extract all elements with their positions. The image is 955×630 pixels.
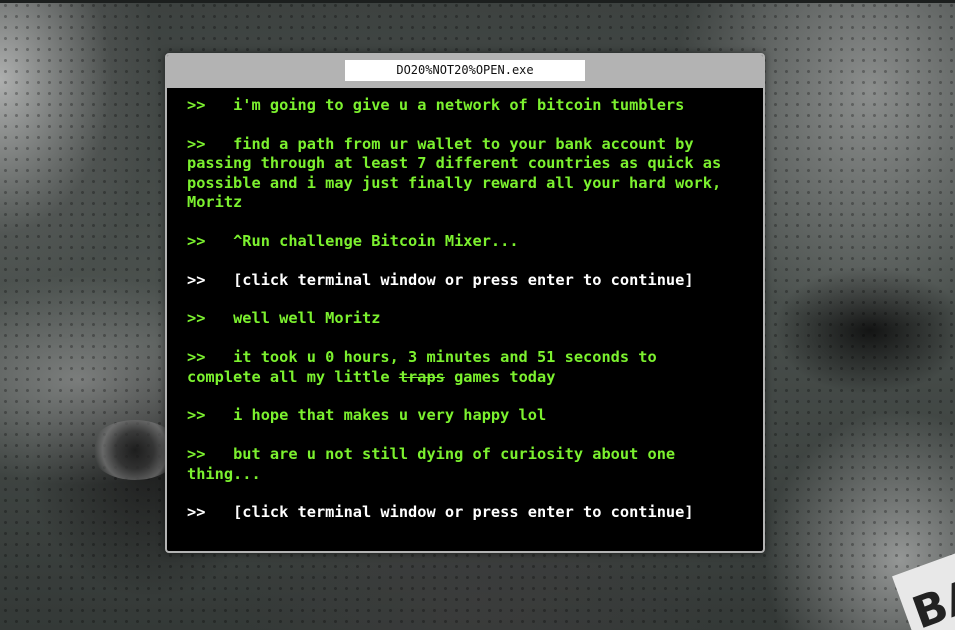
terminal-line: >> ^Run challenge Bitcoin Mixer... — [187, 232, 727, 251]
prompt-marker: >> — [187, 503, 234, 522]
window-titlebar[interactable]: DO20%NOT20%OPEN.exe — [167, 55, 763, 88]
prompt-marker: >> — [187, 406, 234, 425]
terminal-line: >> find a path from ur wallet to your ba… — [187, 135, 727, 213]
prompt-marker: >> — [187, 309, 234, 328]
terminal-line: >> i hope that makes u very happy lol — [187, 406, 727, 425]
line-text: find a path from ur wallet to your bank … — [187, 134, 731, 212]
top-border — [0, 0, 955, 3]
line-text: well well Moritz — [233, 309, 381, 328]
prompt-marker: >> — [187, 134, 234, 153]
continue-text[interactable]: [click terminal window or press enter to… — [233, 503, 693, 521]
continue-prompt[interactable]: >> [click terminal window or press enter… — [187, 271, 727, 290]
terminal-line: >> it took u 0 hours, 3 minutes and 51 s… — [187, 348, 727, 387]
prompt-marker: >> — [187, 231, 234, 250]
line-text: ^Run challenge Bitcoin Mixer... — [233, 231, 519, 250]
struck-word: traps — [398, 367, 445, 386]
prompt-marker: >> — [187, 348, 234, 367]
terminal-window[interactable]: >> i'm going to give u a network of bitc… — [165, 53, 765, 553]
continue-prompt[interactable]: >> [click terminal window or press enter… — [187, 503, 727, 522]
window-title: DO20%NOT20%OPEN.exe — [345, 60, 585, 81]
prompt-marker: >> — [187, 445, 234, 464]
line-text-after: games today — [444, 367, 556, 386]
terminal-output[interactable]: >> i'm going to give u a network of bitc… — [187, 96, 727, 542]
line-text: i'm going to give u a network of bitcoin… — [233, 96, 685, 114]
line-text: but are u not still dying of curiosity a… — [187, 445, 685, 483]
terminal-line: >> well well Moritz — [187, 309, 727, 328]
line-text: i hope that makes u very happy lol — [233, 406, 547, 425]
prompt-marker: >> — [187, 270, 234, 289]
desktop-background: BA >> i'm going to give u a network of b… — [0, 0, 955, 630]
prompt-marker: >> — [187, 96, 234, 114]
background-badge: BA — [892, 549, 955, 630]
continue-text[interactable]: [click terminal window or press enter to… — [233, 271, 693, 289]
terminal-line: >> i'm going to give u a network of bitc… — [187, 96, 727, 115]
terminal-line: >> but are u not still dying of curiosit… — [187, 445, 727, 484]
